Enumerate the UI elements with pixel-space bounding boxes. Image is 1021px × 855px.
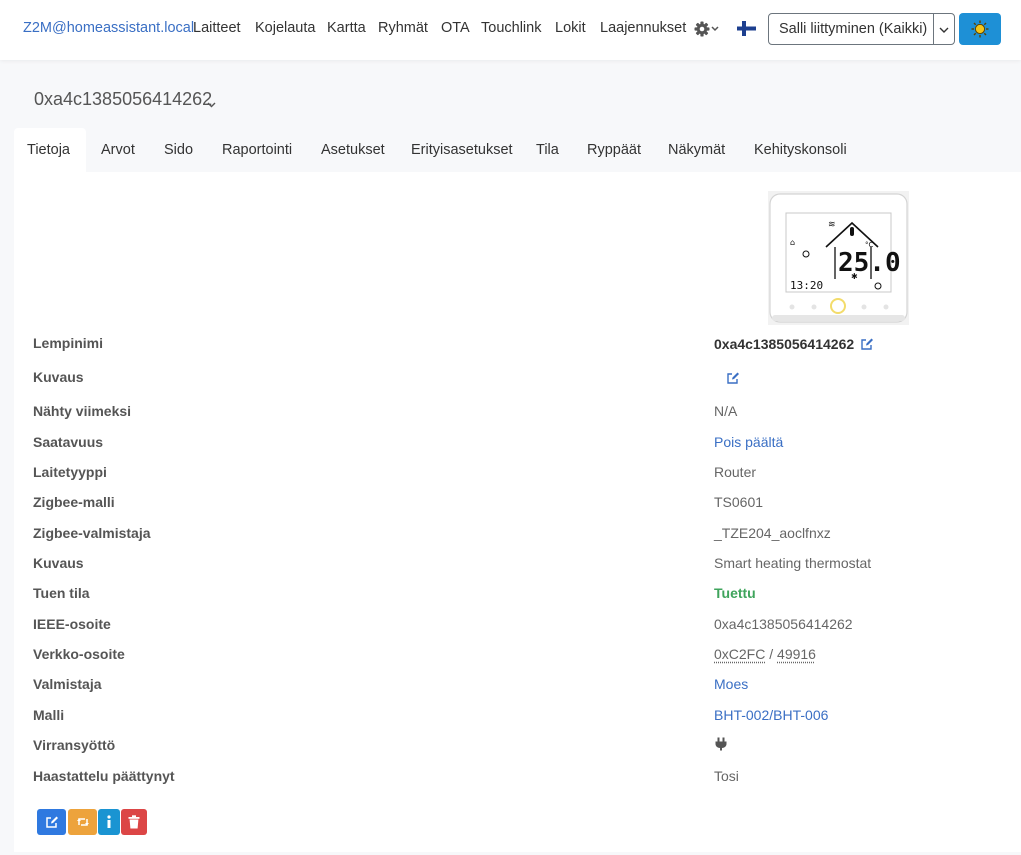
thermostat-temperature: 25.0 (838, 248, 901, 278)
permit-join-divider (933, 14, 934, 44)
tab-dev-console[interactable]: Kehityskonsoli (754, 142, 847, 158)
rename-button[interactable] (37, 809, 66, 835)
tab-clusters[interactable]: Ryppäät (587, 142, 641, 158)
interview-completed-label: Haastattelu päättynyt (33, 768, 175, 784)
reconfigure-button[interactable] (68, 809, 97, 835)
nav-link-dashboard[interactable]: Kojelauta (255, 20, 315, 36)
nickname-value: 0xa4c1385056414262 (714, 336, 855, 352)
tab-exposes[interactable]: Arvot (101, 142, 135, 158)
zigbee-description-value: Smart heating thermostat (714, 555, 872, 571)
tab-settings[interactable]: Asetukset (321, 142, 385, 158)
nav-link-logs[interactable]: Lokit (555, 20, 586, 36)
device-selector[interactable]: 0xa4c1385056414262 (34, 89, 212, 110)
edit-icon (45, 816, 58, 828)
edit-nickname-icon[interactable] (860, 337, 874, 351)
remove-button[interactable] (121, 809, 147, 835)
vendor-label: Valmistaja (33, 676, 102, 692)
plug-icon (714, 737, 728, 754)
last-seen-label: Nähty viimeksi (33, 403, 132, 419)
network-address-label: Verkko-osoite (33, 646, 125, 662)
info-icon (107, 815, 111, 828)
brand-link[interactable]: Z2M@homeassistant.local (23, 20, 194, 36)
nav-link-ota[interactable]: OTA (441, 20, 470, 36)
device-type-value: Router (714, 464, 757, 480)
network-address-dec: 49916 (777, 646, 816, 662)
zigbee-model-value: TS0601 (714, 494, 764, 510)
thermostat-clock: 13:20 (790, 279, 823, 292)
tab-reporting[interactable]: Raportointi (222, 142, 292, 158)
ieee-address-value: 0xa4c1385056414262 (714, 616, 853, 632)
edit-description-icon[interactable] (726, 371, 740, 385)
network-address-separator: / (765, 646, 778, 662)
tab-specific-settings[interactable]: Erityisasetukset (411, 142, 513, 158)
support-status-label: Tuen tila (33, 585, 90, 601)
svg-text:≋: ≋ (828, 220, 836, 230)
retweet-icon (76, 818, 89, 826)
sun-icon (971, 20, 989, 38)
interview-button[interactable] (98, 809, 120, 835)
nav-link-extensions[interactable]: Laajennukset (600, 20, 686, 36)
gear-icon[interactable] (693, 19, 723, 39)
power-source-label: Virransyöttö (33, 737, 116, 753)
nickname-label: Lempinimi (33, 335, 104, 351)
device-type-label: Laitetyyppi (33, 464, 107, 480)
device-image: ≋ ⌂ 25.0 °C ✱ 13:20 (768, 191, 909, 325)
nav-link-groups[interactable]: Ryhmät (378, 20, 428, 36)
trash-icon (128, 815, 140, 829)
tab-state[interactable]: Tila (536, 142, 559, 158)
model-label: Malli (33, 707, 65, 723)
navbar: Z2M@homeassistant.local Laitteet Kojelau… (0, 0, 1021, 60)
tab-scenes[interactable]: Näkymät (668, 142, 725, 158)
theme-toggle-button[interactable] (959, 13, 1001, 45)
availability-label: Saatavuus (33, 434, 104, 450)
zigbee-description-label: Kuvaus (33, 555, 84, 571)
tab-about[interactable]: Tietoja (27, 142, 70, 158)
vendor-link[interactable]: Moes (714, 676, 748, 692)
zigbee-manufacturer-label: Zigbee-valmistaja (33, 525, 151, 541)
availability-value[interactable]: Pois päältä (714, 434, 783, 450)
nav-link-touchlink[interactable]: Touchlink (481, 20, 541, 36)
svg-text:✱: ✱ (851, 272, 858, 281)
device-tabs: Tietoja Arvot Sido Raportointi Asetukset… (14, 128, 1021, 172)
nav-link-devices[interactable]: Laitteet (193, 20, 241, 36)
last-seen-value: N/A (714, 403, 738, 419)
model-link[interactable]: BHT-002/BHT-006 (714, 707, 828, 723)
chevron-down-icon[interactable] (207, 96, 216, 108)
chevron-down-icon[interactable] (938, 23, 950, 35)
zigbee-model-label: Zigbee-malli (33, 494, 115, 510)
thermostat-unit: °C (865, 241, 874, 249)
svg-text:⌂: ⌂ (790, 238, 795, 247)
finnish-flag-icon[interactable] (737, 19, 756, 39)
nav-link-map[interactable]: Kartta (327, 20, 366, 36)
ieee-address-label: IEEE-osoite (33, 616, 111, 632)
network-address-hex: 0xC2FC (714, 646, 766, 662)
interview-completed-value: Tosi (714, 768, 739, 784)
permit-join-label: Salli liittyminen (Kaikki) (779, 21, 928, 37)
description-label: Kuvaus (33, 369, 84, 385)
network-address-value: 0xC2FC / 49916 (714, 646, 816, 662)
tab-bind[interactable]: Sido (164, 142, 193, 158)
support-status-value: Tuettu (714, 585, 756, 601)
permit-join-button[interactable]: Salli liittyminen (Kaikki) (768, 13, 955, 45)
zigbee-manufacturer-value: _TZE204_aoclfnxz (714, 525, 831, 541)
